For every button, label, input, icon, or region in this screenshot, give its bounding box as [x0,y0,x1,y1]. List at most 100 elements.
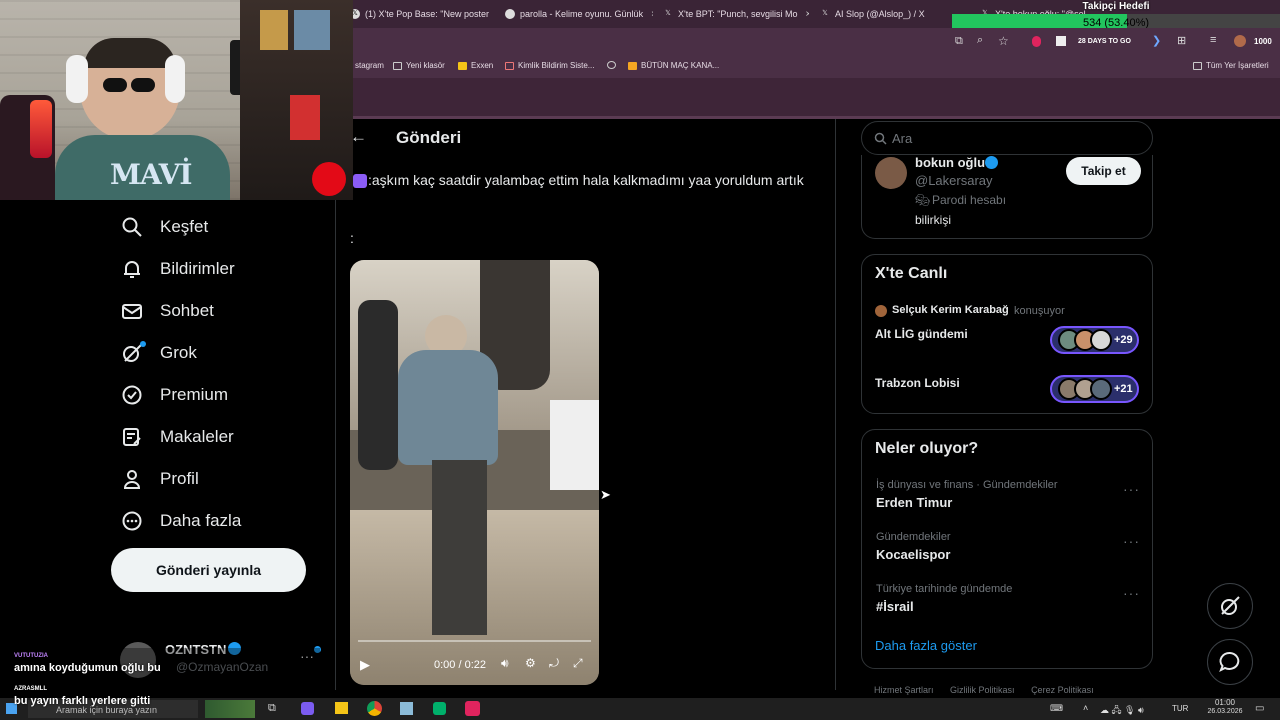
all-bookmarks[interactable]: Tüm Yer İşaretleri [1193,61,1269,70]
bookmark-item[interactable]: stagram [355,61,384,70]
video-tablecloth [550,400,599,490]
video-progress-track[interactable] [358,640,591,642]
folder-icon [1193,61,1202,70]
more-icon[interactable]: ··· [1123,481,1140,497]
search-input[interactable]: Ara [861,121,1153,155]
close-tab-icon[interactable]: × [651,9,653,20]
sunglasses [103,78,127,92]
verified-badge-icon [120,383,144,407]
trend-item[interactable]: İş dünyası ve finans · Gündemdekiler Erd… [876,479,1140,510]
fullscreen-icon[interactable]: ⤢ [573,656,583,671]
play-icon[interactable]: ▶ [360,657,370,673]
search-icon [120,215,144,239]
show-more-link[interactable]: Daha fazla göster [875,638,977,653]
footer-link[interactable]: Gizlilik Politikası [950,685,1015,695]
clock-date[interactable]: 26.03.2026 [1200,708,1250,715]
chevron-up-icon[interactable]: ˄ [1083,703,1088,713]
days-badge[interactable]: 28 DAYS TO GO [1078,38,1131,45]
file-explorer-icon[interactable] [335,702,348,714]
browser-tab[interactable]: 𝕏 X'te BPT: "Punch, sevgilisi Mo × [663,4,809,24]
streamer-hair [84,38,176,68]
notification-icon[interactable]: ▭ [1255,703,1264,714]
more-icon[interactable]: ··· [1123,533,1140,549]
post-text: :aşkım kaç saatdir yalambaç ettim hala k… [368,172,804,188]
browser-tab[interactable]: parolla - Kelime oyunu. Günlük × [505,4,653,24]
trend-category: İş dünyası ve finans · Gündemdekiler [876,479,1058,491]
bookmark-label: Kimlik Bildirim Siste... [518,61,595,70]
close-tab-icon[interactable]: × [805,9,809,20]
space-title[interactable]: Trabzon Lobisi [875,376,960,390]
nav-item-grok[interactable]: Grok [120,341,197,365]
bookmark-item[interactable]: BÜTÜN MAÇ KANA... [628,61,719,70]
pen-icon [505,61,514,70]
bookmark-item[interactable] [607,61,620,69]
folder-icon [393,61,402,70]
rotate-icon[interactable]: ⤾ [549,656,559,671]
follow-button[interactable]: Takip et [1066,157,1141,185]
footer-link[interactable]: Hizmet Şartları [874,685,934,695]
space-listeners-pill[interactable]: +29 [1050,326,1139,354]
zoom-icon[interactable]: ⌕ [977,34,983,47]
trend-item[interactable]: Gündemdekiler Kocaelispor ··· [876,531,1140,562]
menu-icon[interactable]: ≡ [1210,34,1216,46]
grok-floating-button[interactable] [1207,583,1253,629]
nav-item-notifications[interactable]: Bildirimler [120,257,235,281]
nav-item-explore[interactable]: Keşfet [120,215,208,239]
nav-item-articles[interactable]: Makaleler [120,425,234,449]
bookmark-item[interactable]: Yeni klasör [393,61,445,70]
app-icon[interactable] [465,701,480,716]
profile-avatar[interactable] [1234,35,1246,47]
trends-title: Neler oluyor? [875,440,979,457]
chrome-icon[interactable] [367,701,382,716]
space-title[interactable]: Alt LİG gündemi [875,327,968,341]
bookmark-item[interactable]: Exxen [458,61,493,70]
space-listeners-pill[interactable]: +21 [1050,375,1139,403]
tray-icons[interactable]: ☁ 🖧︎ 🎙︎ 🔊︎ [1100,703,1144,719]
app-icon[interactable] [400,702,413,715]
language-indicator[interactable]: TUR [1172,704,1188,713]
settings-icon[interactable]: ⚙ [525,656,536,670]
widget-image[interactable] [205,700,255,718]
puzzle-icon[interactable]: ⊞ [1177,34,1186,47]
browser-tab[interactable]: 𝕏 (1) X'te Pop Base: "New poster × [350,4,495,24]
person-icon [120,467,144,491]
nav-item-premium[interactable]: Premium [120,383,228,407]
bell-icon [120,257,144,281]
messages-floating-button[interactable] [1207,639,1253,685]
live-title: X'te Canlı [875,265,948,282]
chat-overlay: VUTUTUZIA amına koyduğumun oğlu bu AZRAS… [0,648,320,698]
more-icon[interactable]: ··· [1123,585,1140,601]
bookmark-item[interactable]: Kimlik Bildirim Siste... [505,61,594,70]
main-column: ← Gönderi :aşkım kaç saatdir yalambaç et… [335,119,836,690]
extension-icon[interactable] [1056,36,1066,46]
trend-category: Gündemdekiler [876,531,951,543]
post-button[interactable]: Gönderi yayınla [111,548,306,592]
more-circle-icon [120,509,144,533]
nav-item-chat[interactable]: Sohbet [120,299,214,323]
profile-name[interactable]: bokun oğlu [915,155,985,170]
star-icon[interactable]: ☆ [998,34,1009,48]
chat-username: AZRASMLL [14,686,47,692]
keyboard-icon[interactable]: ⌨ [1050,703,1063,714]
browser-tab[interactable]: 𝕏 AI Slop (@Alslop_) / X [820,4,950,24]
nav-item-more[interactable]: Daha fazla [120,509,241,533]
trends-card: Neler oluyor? İş dünyası ve finans · Gün… [861,429,1153,669]
trend-item[interactable]: Türkiye tarihinde gündemde #İsrail ··· [876,583,1140,614]
nav-label: Premium [160,385,229,404]
post-video[interactable]: ▶ 0:00 / 0:22 🔊︎ ⚙ ⤾ ⤢ [350,260,599,685]
extension-icon[interactable]: ❯ [1152,34,1161,47]
task-view-icon[interactable]: ⧉ [268,702,276,715]
jp-icon [628,61,637,70]
translate-icon[interactable]: ⧉ [955,35,963,48]
volume-icon[interactable]: 🔊︎ [501,656,509,671]
shelf-item [290,95,320,140]
nav-label: Makaleler [160,427,234,446]
clock-time[interactable]: 01:00 [1205,698,1245,707]
avatar[interactable] [875,157,907,189]
app-icon[interactable] [301,702,314,715]
extension-icon[interactable] [1032,36,1041,47]
app-icon[interactable] [433,702,446,715]
x-logo-icon: 𝕏 [665,10,671,17]
nav-item-profile[interactable]: Profil [120,467,199,491]
footer-link[interactable]: Çerez Politikası [1031,685,1094,695]
